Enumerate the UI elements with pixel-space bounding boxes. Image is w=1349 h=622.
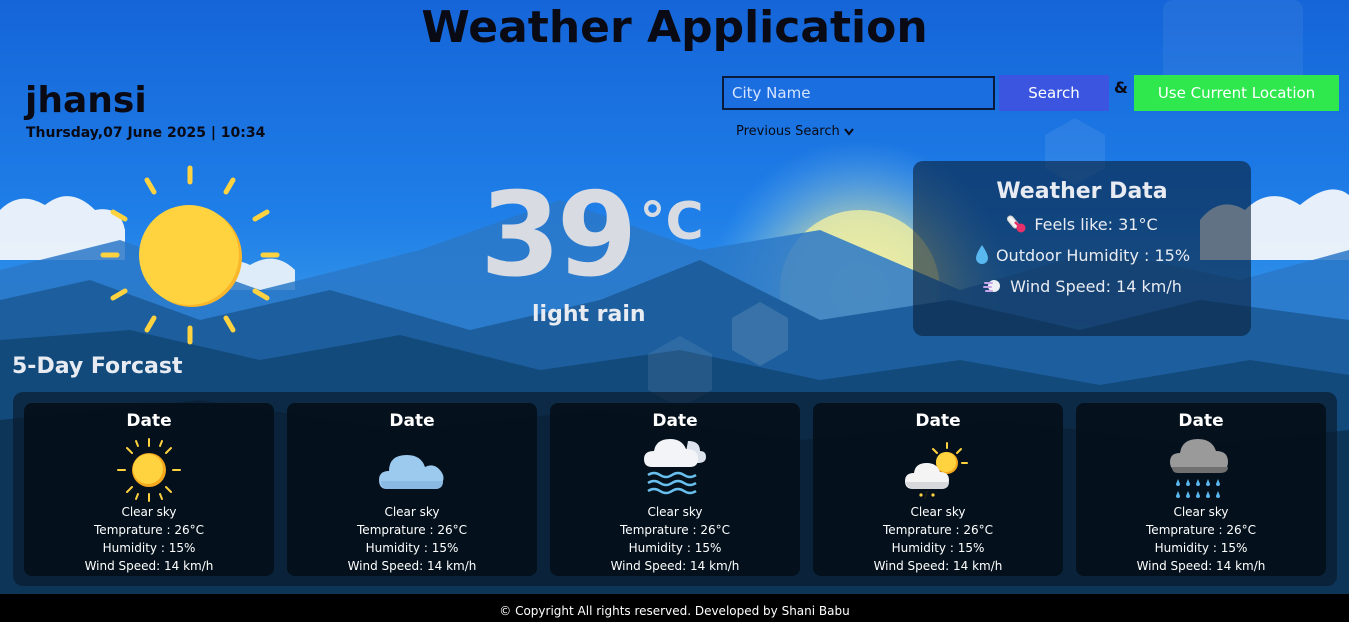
forecast-card: Date Clear sky Temprature : 26°C Humidit… <box>1076 403 1326 576</box>
forecast-temperature: Temprature : 26°C <box>883 523 993 537</box>
thermometer-icon <box>1007 215 1026 233</box>
forecast-card: Date Clear sky Temprature : 26°C Humidit… <box>813 403 1063 576</box>
feels-like-text: Feels like: 31°C <box>1034 214 1158 234</box>
forecast-humidity: Humidity : 15% <box>891 541 985 555</box>
forecast-date: Date <box>652 411 698 431</box>
wind-text: Wind Speed: 14 km/h <box>1010 276 1182 296</box>
forecast-condition: Clear sky <box>1173 505 1229 519</box>
current-temperature: 39 °C <box>480 178 704 294</box>
humidity-text: Outdoor Humidity : 15% <box>995 245 1191 265</box>
forecast-wind: Wind Speed: 14 km/h <box>347 559 477 573</box>
forecast-date: Date <box>915 411 961 431</box>
forecast-humidity: Humidity : 15% <box>1154 541 1248 555</box>
forecast-temperature: Temprature : 26°C <box>620 523 730 537</box>
forecast-card: Date Clear sky Temprature : 26°C Humidit… <box>287 403 537 576</box>
forecast-date: Date <box>126 411 172 431</box>
forecast-title: 5-Day Forcast <box>12 354 183 379</box>
footer-copyright: © Copyright All rights reserved. Develop… <box>0 594 1349 622</box>
weather-data-card: Weather Data Feels like: 31°C Outdoor Hu… <box>913 161 1251 336</box>
cloud-icon <box>379 455 444 489</box>
date-time: Thursday,07 June 2025 | 10:34 <box>26 125 266 141</box>
forecast-temperature: Temprature : 26°C <box>357 523 467 537</box>
forecast-wind: Wind Speed: 14 km/h <box>1136 559 1266 573</box>
wind-row: Wind Speed: 14 km/h <box>913 275 1251 297</box>
weather-data-title: Weather Data <box>996 179 1168 204</box>
forecast-card: Date Clear sky Temprature : 26°C Humidit… <box>550 403 800 576</box>
forecast-condition: Clear sky <box>647 505 703 519</box>
partly-cloudy-icon <box>905 442 968 500</box>
forecast-panel: Date Clear sky Temprature : 26°C Humidit… <box>13 392 1337 586</box>
forecast-wind: Wind Speed: 14 km/h <box>610 559 740 573</box>
forecast-condition: Clear sky <box>384 505 440 519</box>
city-name: jhansi <box>25 80 147 121</box>
temperature-unit: °C <box>639 192 704 252</box>
forecast-temperature: Temprature : 26°C <box>1146 523 1256 537</box>
rain-cloud-icon <box>1170 439 1228 498</box>
chevron-down-icon <box>843 127 854 136</box>
forecast-humidity: Humidity : 15% <box>628 541 722 555</box>
feels-like-row: Feels like: 31°C <box>913 213 1251 235</box>
previous-search-label: Previous Search <box>736 124 840 139</box>
forecast-date: Date <box>1178 411 1224 431</box>
sun-icon <box>117 438 181 502</box>
forecast-wind: Wind Speed: 14 km/h <box>873 559 1003 573</box>
temperature-value: 39 <box>480 168 637 303</box>
wind-icon <box>983 280 1001 292</box>
sun-icon <box>100 165 280 345</box>
water-drop-icon <box>975 245 988 264</box>
search-button[interactable]: Search <box>999 75 1109 111</box>
forecast-condition: Clear sky <box>121 505 177 519</box>
fog-icon <box>644 439 706 495</box>
forecast-temperature: Temprature : 26°C <box>94 523 204 537</box>
forecast-condition: Clear sky <box>910 505 966 519</box>
forecast-card: Date Clear sky Temprature : 26°C Humidit… <box>24 403 274 576</box>
forecast-humidity: Humidity : 15% <box>365 541 459 555</box>
use-current-location-button[interactable]: Use Current Location <box>1134 75 1339 111</box>
city-search-input[interactable] <box>722 76 995 110</box>
previous-search-dropdown[interactable]: Previous Search <box>736 124 854 139</box>
current-condition: light rain <box>532 302 646 327</box>
humidity-row: Outdoor Humidity : 15% <box>913 244 1251 266</box>
forecast-humidity: Humidity : 15% <box>102 541 196 555</box>
forecast-wind: Wind Speed: 14 km/h <box>84 559 214 573</box>
forecast-date: Date <box>389 411 435 431</box>
separator-text: & <box>1114 78 1128 97</box>
app-title: Weather Application <box>421 2 928 53</box>
